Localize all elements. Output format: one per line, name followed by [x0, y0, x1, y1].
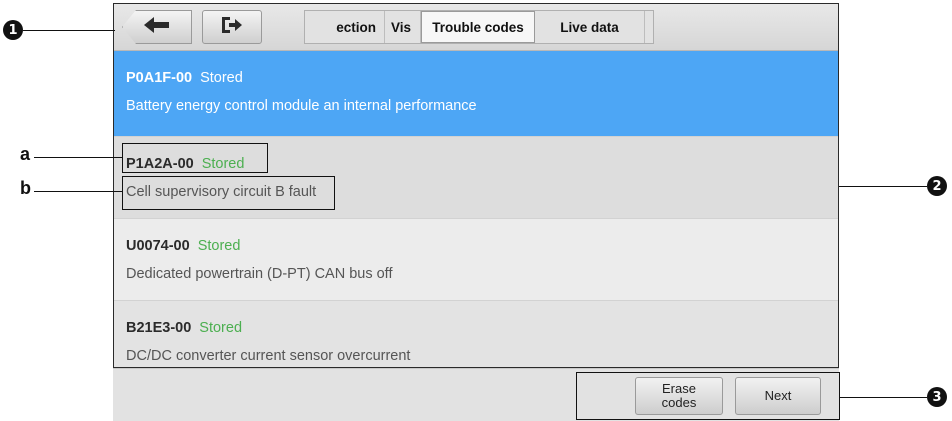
highlight-box-code	[122, 143, 268, 173]
dtc-code: P0A1F-00	[126, 70, 193, 86]
tab-bar: Inspection Vis Trouble codes Live data	[304, 10, 654, 44]
dtc-description: Battery energy control module an interna…	[126, 98, 477, 114]
back-button[interactable]	[122, 10, 192, 44]
dtc-status: Stored	[200, 70, 243, 86]
callout-3-badge: 3	[927, 387, 947, 407]
callout-3-line	[840, 397, 927, 398]
tab-vis[interactable]: Vis	[385, 11, 421, 43]
callout-b-label: b	[20, 178, 31, 198]
callout-2-badge: 2	[927, 176, 947, 196]
list-item[interactable]: U0074-00 Stored Dedicated powertrain (D-P…	[114, 219, 838, 301]
highlight-box-description	[122, 176, 335, 210]
dtc-description: Dedicated powertrain (D-PT) CAN bus off	[126, 266, 393, 282]
dtc-status: Stored	[199, 320, 243, 336]
list-item[interactable]: B21E3-00 Stored DC/DC converter current s…	[114, 301, 838, 367]
list-item[interactable]: P0A1F-00 Stored Battery energy control mo…	[114, 51, 838, 137]
tab-live-data[interactable]: Live data	[535, 11, 645, 43]
callout-a-label: a	[20, 144, 31, 164]
dtc-code: U0074-00	[126, 238, 190, 254]
tab-inspection[interactable]: Inspection	[305, 11, 385, 43]
back-arrow-icon	[142, 15, 172, 40]
callout-1-line	[23, 30, 115, 31]
dtc-status: Stored	[197, 238, 241, 254]
exit-button[interactable]	[202, 10, 262, 44]
highlight-box-buttons	[576, 372, 840, 420]
top-toolbar: Inspection Vis Trouble codes Live data	[114, 4, 838, 51]
dtc-description: DC/DC converter current sensor overcurre…	[126, 348, 411, 364]
callout-2-line	[839, 186, 927, 187]
callout-b-line	[34, 191, 122, 192]
callout-1-badge: 1	[3, 20, 23, 40]
callout-a-line	[34, 157, 122, 158]
dtc-code: B21E3-00	[126, 320, 192, 336]
exit-icon	[220, 15, 244, 40]
tab-trouble-codes[interactable]: Trouble codes	[421, 11, 535, 43]
